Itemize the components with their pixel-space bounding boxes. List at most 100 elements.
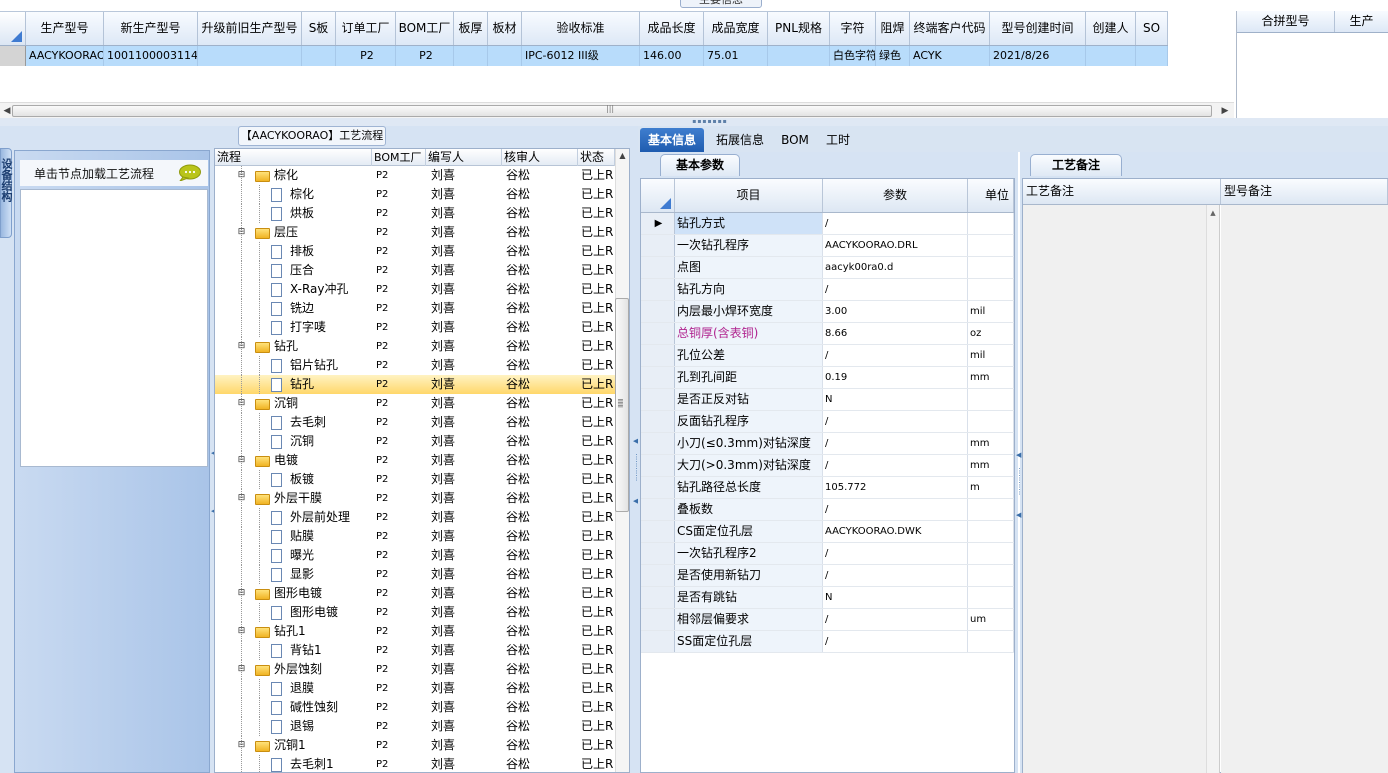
tab-basic-info[interactable]: 基本信息: [640, 128, 704, 152]
flow-row[interactable]: 退锡 P2 刘喜 谷松 已上R: [215, 717, 615, 736]
collapse-toggle-icon[interactable]: ⊟: [237, 741, 246, 751]
collapse-toggle-icon[interactable]: ⊟: [237, 589, 246, 599]
scroll-up-icon[interactable]: ▲: [1207, 205, 1219, 221]
main-grid-col-4[interactable]: 订单工厂: [336, 12, 396, 45]
row-indicator[interactable]: [641, 499, 675, 520]
flow-row[interactable]: 碱性蚀刻 P2 刘喜 谷松 已上R: [215, 698, 615, 717]
collapse-toggle-icon[interactable]: ⊟: [237, 494, 246, 504]
param-row[interactable]: 一次钻孔程序2/: [641, 543, 1014, 565]
param-row[interactable]: 总铜厚(含表铜) 8.66 oz: [641, 323, 1014, 345]
param-col-value[interactable]: 参数: [823, 179, 968, 212]
main-grid-col-1[interactable]: 新生产型号: [104, 12, 198, 45]
param-value[interactable]: /: [823, 411, 968, 432]
flow-row[interactable]: 打字唛 P2 刘喜 谷松 已上R: [215, 318, 615, 337]
row-indicator[interactable]: [641, 389, 675, 410]
param-value[interactable]: 105.772: [823, 477, 968, 498]
flow-row[interactable]: ⊟ 沉铜 P2 刘喜 谷松 已上R: [215, 394, 615, 413]
param-value[interactable]: 8.66: [823, 323, 968, 344]
param-value[interactable]: 3.00: [823, 301, 968, 322]
flow-row[interactable]: 去毛刺1 P2 刘喜 谷松 已上R: [215, 755, 615, 773]
flow-col-2[interactable]: 编写人: [426, 149, 502, 166]
main-grid-col-15[interactable]: 型号创建时间: [990, 12, 1086, 45]
grid-corner[interactable]: [0, 12, 26, 45]
tab-work-hours[interactable]: 工时: [818, 128, 858, 152]
flow-row[interactable]: 退膜 P2 刘喜 谷松 已上R: [215, 679, 615, 698]
param-value[interactable]: /: [823, 499, 968, 520]
main-grid-cell[interactable]: [302, 46, 336, 66]
collapse-toggle-icon[interactable]: ⊟: [237, 456, 246, 466]
flow-row[interactable]: ⊟ 外层干膜 P2 刘喜 谷松 已上R: [215, 489, 615, 508]
flow-row[interactable]: ⊟ 钻孔1 P2 刘喜 谷松 已上R: [215, 622, 615, 641]
flow-col-0[interactable]: 流程: [215, 149, 372, 166]
param-row[interactable]: 孔位公差 / mil: [641, 345, 1014, 367]
param-row[interactable]: 叠板数 /: [641, 499, 1014, 521]
row-indicator[interactable]: [641, 433, 675, 454]
tab-extended-info[interactable]: 拓展信息: [708, 128, 772, 152]
merge-grid-col-0[interactable]: 合拼型号: [1237, 11, 1335, 32]
flow-row[interactable]: ⊟ 外层蚀刻 P2 刘喜 谷松 已上R: [215, 660, 615, 679]
row-indicator[interactable]: [641, 609, 675, 630]
param-row[interactable]: CS面定位孔层 AACYKOORAO.DWK: [641, 521, 1014, 543]
remark-col-model[interactable]: 型号备注: [1221, 179, 1388, 204]
remark-scrollbar[interactable]: ▲: [1206, 205, 1220, 773]
param-value[interactable]: aacyk00ra0.d: [823, 257, 968, 278]
flow-row[interactable]: 贴膜 P2 刘喜 谷松 已上R: [215, 527, 615, 546]
collapse-toggle-icon[interactable]: ⊟: [237, 228, 246, 238]
flow-row[interactable]: 去毛刺 P2 刘喜 谷松 已上R: [215, 413, 615, 432]
main-grid-cell[interactable]: 75.01: [704, 46, 768, 66]
collapse-toggle-icon[interactable]: ⊟: [237, 399, 246, 409]
main-grid-col-8[interactable]: 验收标准: [522, 12, 640, 45]
row-indicator[interactable]: [641, 257, 675, 278]
row-indicator[interactable]: [641, 345, 675, 366]
scroll-right-icon[interactable]: ▶: [1218, 103, 1232, 119]
scroll-up-icon[interactable]: ▲: [616, 149, 629, 163]
main-grid-cell[interactable]: P2: [396, 46, 454, 66]
row-indicator[interactable]: [641, 235, 675, 256]
param-row[interactable]: 内层最小焊环宽度 3.00 mil: [641, 301, 1014, 323]
main-grid-col-16[interactable]: 创建人: [1086, 12, 1136, 45]
param-row[interactable]: 大刀(>0.3mm)对钻深度 / mm: [641, 455, 1014, 477]
param-value[interactable]: /: [823, 543, 968, 564]
param-corner[interactable]: [641, 179, 675, 212]
param-value[interactable]: N: [823, 389, 968, 410]
main-grid-cell[interactable]: [768, 46, 830, 66]
main-grid-col-0[interactable]: 生产型号: [26, 12, 104, 45]
main-grid-cell[interactable]: 白色字符: [830, 46, 876, 66]
param-col-item[interactable]: 项目: [675, 179, 823, 212]
flow-row[interactable]: 铝片钻孔 P2 刘喜 谷松 已上R: [215, 356, 615, 375]
row-header[interactable]: [0, 46, 26, 66]
collapse-toggle-icon[interactable]: ⊟: [237, 171, 246, 181]
main-grid-cell[interactable]: [1136, 46, 1168, 66]
main-grid-col-17[interactable]: SO: [1136, 12, 1168, 45]
main-grid-col-14[interactable]: 终端客户代码: [910, 12, 990, 45]
main-grid-cell[interactable]: 146.00: [640, 46, 704, 66]
flow-scrollbar-thumb[interactable]: ═ ═ ═: [615, 298, 629, 512]
param-row[interactable]: ▶ 钻孔方式 /: [641, 213, 1014, 235]
main-grid-cell[interactable]: 绿色: [876, 46, 910, 66]
flow-col-3[interactable]: 核审人: [502, 149, 578, 166]
flow-row[interactable]: 压合 P2 刘喜 谷松 已上R: [215, 261, 615, 280]
merge-grid-col-1[interactable]: 生产: [1335, 11, 1388, 32]
flow-row[interactable]: 棕化 P2 刘喜 谷松 已上R: [215, 185, 615, 204]
main-grid-col-6[interactable]: 板厚: [454, 12, 488, 45]
row-indicator[interactable]: [641, 521, 675, 542]
param-row[interactable]: 是否使用新钻刀 /: [641, 565, 1014, 587]
param-row[interactable]: 点图 aacyk00ra0.d: [641, 257, 1014, 279]
flow-row[interactable]: 沉铜 P2 刘喜 谷松 已上R: [215, 432, 615, 451]
flow-row[interactable]: 显影 P2 刘喜 谷松 已上R: [215, 565, 615, 584]
flow-row[interactable]: 曝光 P2 刘喜 谷松 已上R: [215, 546, 615, 565]
param-row[interactable]: 小刀(≤0.3mm)对钻深度 / mm: [641, 433, 1014, 455]
remark-col-process[interactable]: 工艺备注: [1023, 179, 1221, 204]
param-row[interactable]: 一次钻孔程序 AACYKOORAO.DRL: [641, 235, 1014, 257]
row-indicator[interactable]: [641, 477, 675, 498]
flow-row[interactable]: 背钻1 P2 刘喜 谷松 已上R: [215, 641, 615, 660]
param-value[interactable]: /: [823, 631, 968, 652]
row-indicator[interactable]: [641, 631, 675, 652]
main-grid-col-13[interactable]: 阻焊: [876, 12, 910, 45]
row-indicator[interactable]: [641, 543, 675, 564]
process-remark-textarea[interactable]: [1023, 205, 1206, 773]
row-indicator[interactable]: [641, 565, 675, 586]
main-info-section-tab[interactable]: 主要信息: [680, 0, 762, 8]
param-row[interactable]: 钻孔路径总长度 105.772 m: [641, 477, 1014, 499]
main-grid-col-5[interactable]: BOM工厂: [396, 12, 454, 45]
